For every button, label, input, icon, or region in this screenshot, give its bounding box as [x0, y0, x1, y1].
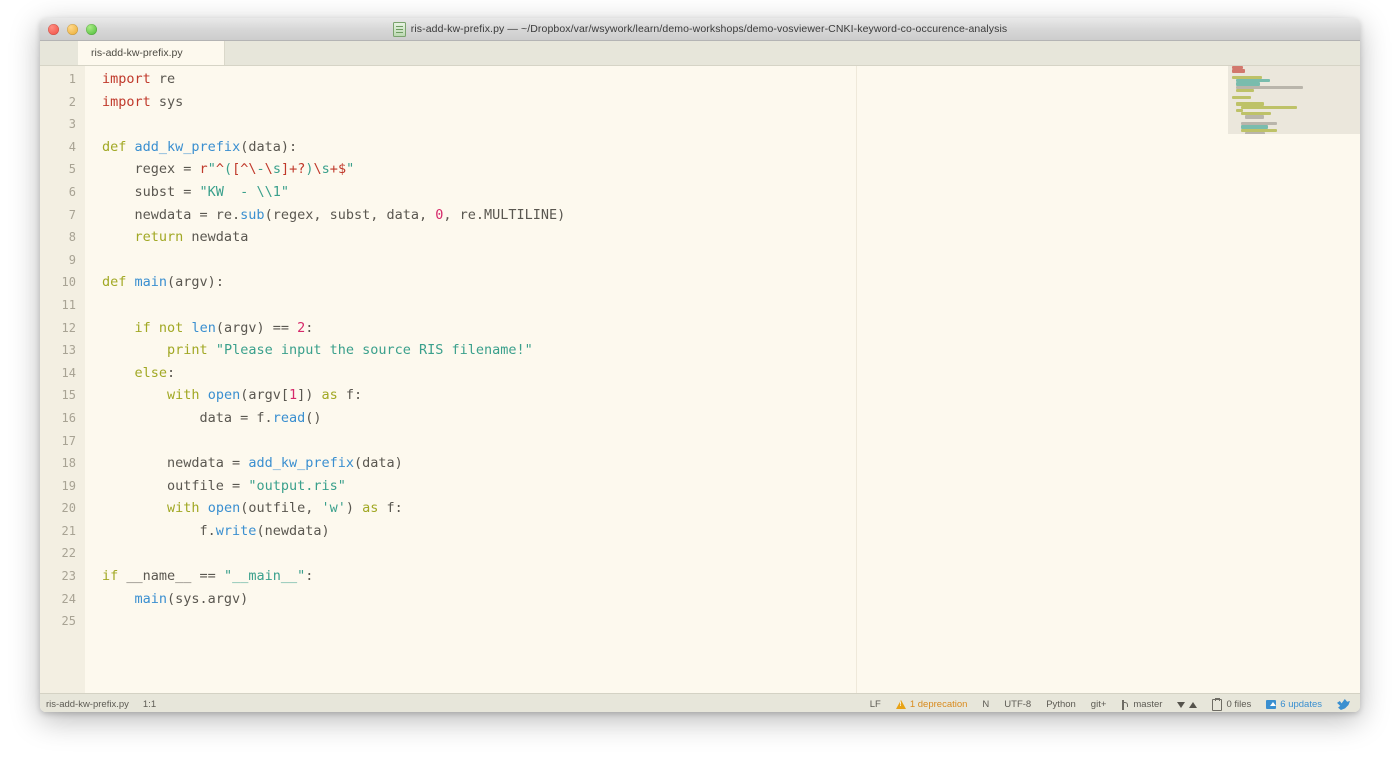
code-line: if not len(argv) == 2:: [134, 319, 314, 336]
line-number: 20: [61, 501, 76, 516]
line-number: 9: [68, 252, 76, 267]
line-number: 18: [61, 456, 76, 471]
git-branch-icon: [1121, 699, 1129, 710]
tab-ris-add-kw-prefix[interactable]: ris-add-kw-prefix.py: [78, 41, 225, 65]
line-number: 16: [61, 410, 76, 425]
twitter-bird-icon: [1337, 699, 1350, 710]
code-line: f.write(newdata): [102, 522, 330, 539]
status-line-ending[interactable]: LF: [870, 699, 881, 710]
status-files-label: 0 files: [1226, 699, 1252, 710]
status-deprecation-label: 1 deprecation: [909, 699, 968, 710]
code-line: main(sys.argv): [134, 590, 249, 607]
files-icon: [1212, 697, 1223, 711]
code-line: subst = "KW - \\1": [102, 183, 289, 200]
status-git-plus[interactable]: git+: [1091, 699, 1107, 710]
tab-bar: ris-add-kw-prefix.py: [40, 41, 1360, 66]
status-right-group: LF 1 deprecation N UTF-8 Python git+ mas…: [870, 697, 1350, 711]
code-line: return newdata: [134, 229, 249, 246]
status-pull-push[interactable]: [1177, 701, 1198, 708]
status-filename[interactable]: ris-add-kw-prefix.py: [46, 699, 129, 710]
code-line: import re: [102, 71, 176, 87]
status-bar: ris-add-kw-prefix.py 1:1 LF 1 deprecatio…: [40, 693, 1360, 712]
status-social[interactable]: [1337, 699, 1350, 710]
line-number: 3: [68, 117, 76, 132]
line-number: 15: [61, 388, 76, 403]
line-number: 11: [61, 297, 76, 312]
line-number: 7: [68, 207, 76, 222]
python-file-icon: [392, 21, 406, 37]
line-number: 6: [68, 184, 76, 199]
code-line: print "Please input the source RIS filen…: [167, 342, 533, 359]
status-git-branch[interactable]: master: [1121, 699, 1162, 710]
screen: ris-add-kw-prefix.py — ~/Dropbox/var/wsy…: [0, 0, 1400, 764]
status-grammar[interactable]: Python: [1046, 699, 1076, 710]
code-line: newdata = re.sub(regex, subst, data, 0, …: [102, 206, 566, 223]
code-line: def add_kw_prefix(data):: [102, 138, 298, 155]
wrap-guide: [856, 66, 857, 693]
code-line: with open(argv[1]) as f:: [167, 387, 363, 404]
minimap-viewport-slider[interactable]: [1228, 66, 1360, 134]
line-number: 19: [61, 478, 76, 493]
code-line: outfile = "output.ris": [102, 477, 346, 494]
line-number: 24: [61, 591, 76, 606]
line-number: 21: [61, 523, 76, 538]
code-line: else:: [134, 364, 176, 381]
code-lines: import re import sys def add_kw_prefix(da…: [85, 68, 1360, 633]
code-line: import sys: [102, 93, 184, 110]
code-line: data = f.read(): [102, 409, 322, 426]
arrow-up-icon: [1189, 701, 1198, 708]
code-editor[interactable]: import re import sys def add_kw_prefix(da…: [85, 66, 1360, 693]
window-title: ris-add-kw-prefix.py — ~/Dropbox/var/wsy…: [40, 21, 1360, 37]
editor-window: ris-add-kw-prefix.py — ~/Dropbox/var/wsy…: [40, 18, 1360, 712]
status-updates-label: 6 updates: [1280, 699, 1322, 710]
code-line: with open(outfile, 'w') as f:: [167, 500, 403, 517]
status-left-group: ris-add-kw-prefix.py 1:1: [40, 699, 156, 710]
window-title-text: ris-add-kw-prefix.py — ~/Dropbox/var/wsy…: [410, 23, 1008, 35]
status-updates[interactable]: 6 updates: [1266, 699, 1322, 710]
line-number: 4: [68, 139, 76, 154]
tab-label: ris-add-kw-prefix.py: [91, 47, 183, 59]
line-number: 12: [61, 320, 76, 335]
status-cursor-position[interactable]: 1:1: [143, 699, 156, 710]
line-number: 13: [61, 343, 76, 358]
line-number: 23: [61, 569, 76, 584]
line-number: 22: [61, 546, 76, 561]
editor-body: 1 2 3 4 5 6 7 8 9 10 11 12 13 14 15 16 1…: [40, 66, 1360, 693]
code-line: regex = r"^([^\-\s]+?)\s+$": [102, 161, 355, 178]
status-encoding[interactable]: UTF-8: [1004, 699, 1031, 710]
code-line: if __name__ == "__main__":: [102, 568, 314, 585]
status-files[interactable]: 0 files: [1212, 697, 1252, 711]
code-line: newdata = add_kw_prefix(data): [102, 455, 403, 472]
line-number: 25: [61, 614, 76, 629]
line-number: 5: [68, 162, 76, 177]
status-deprecation[interactable]: 1 deprecation: [895, 699, 968, 710]
code-line: def main(argv):: [102, 274, 224, 291]
line-number: 14: [61, 365, 76, 380]
window-titlebar: ris-add-kw-prefix.py — ~/Dropbox/var/wsy…: [40, 18, 1360, 41]
line-number: 1: [68, 72, 76, 86]
status-n-marker[interactable]: N: [982, 699, 989, 710]
line-number: 17: [61, 433, 76, 448]
line-number: 10: [61, 275, 76, 290]
minimap[interactable]: [1228, 66, 1360, 134]
line-number: 2: [68, 94, 76, 109]
status-branch-label: master: [1133, 699, 1163, 710]
warning-triangle-icon: [895, 700, 906, 709]
arrow-down-icon: [1177, 701, 1186, 708]
line-number: 8: [68, 230, 76, 245]
line-number-gutter: 1 2 3 4 5 6 7 8 9 10 11 12 13 14 15 16 1…: [40, 66, 85, 693]
minimap-pane: [1220, 66, 1360, 693]
updates-icon: [1266, 700, 1277, 709]
